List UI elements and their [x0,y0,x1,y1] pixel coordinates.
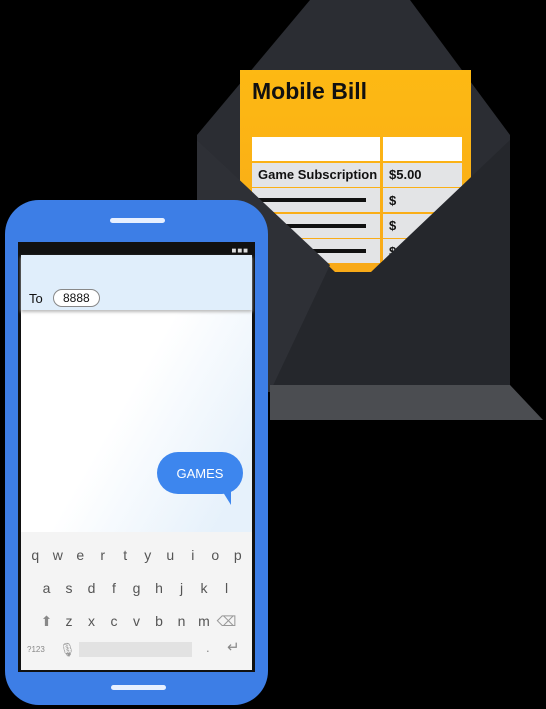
symbols-key[interactable]: ?123 [27,645,45,654]
key-c[interactable]: c [103,613,126,630]
key-n[interactable]: n [170,613,193,630]
period-key[interactable]: . [206,640,210,655]
key-e[interactable]: e [69,547,92,563]
key-l[interactable]: l [215,580,238,596]
key-p[interactable]: p [227,547,250,563]
bubble-tail [221,489,231,505]
key-u[interactable]: u [159,547,182,563]
message-bubble: GAMES [157,452,243,494]
key-m[interactable]: m [193,613,216,630]
recipient-chip[interactable]: 8888 [53,289,100,307]
home-bar[interactable] [111,685,166,690]
key-o[interactable]: o [204,547,227,563]
microphone-icon[interactable]: 🎙 [59,642,76,658]
to-label: To [29,291,43,306]
keyboard: qwertyuiop asdfghjkl ⬆ z x c v b n m ⌫ ?123 🎙 . … [21,532,252,670]
key-s[interactable]: s [58,580,81,596]
key-f[interactable]: f [103,580,126,596]
status-dots-icon: ■■■ [231,246,249,255]
speaker [110,218,165,223]
phone-screen: ■■■ To 8888 GAMES qwertyuiop asdfghjkl ⬆… [18,242,255,672]
key-z[interactable]: z [58,613,81,630]
key-r[interactable]: r [92,547,115,563]
space-key[interactable] [79,642,192,657]
key-x[interactable]: x [80,613,103,630]
key-b[interactable]: b [148,613,171,630]
key-q[interactable]: q [24,547,47,563]
shift-icon[interactable]: ⬆ [35,613,58,630]
key-t[interactable]: t [114,547,137,563]
key-w[interactable]: w [47,547,70,563]
compose-header: To 8888 [21,255,252,310]
key-j[interactable]: j [170,580,193,596]
key-g[interactable]: g [125,580,148,596]
key-v[interactable]: v [125,613,148,630]
enter-icon[interactable]: ↵ [227,638,240,656]
backspace-icon[interactable]: ⌫ [215,613,238,630]
key-y[interactable]: y [137,547,160,563]
key-h[interactable]: h [148,580,171,596]
key-k[interactable]: k [193,580,216,596]
phone: ■■■ To 8888 GAMES qwertyuiop asdfghjkl ⬆… [5,200,268,705]
key-i[interactable]: i [182,547,205,563]
key-d[interactable]: d [80,580,103,596]
key-a[interactable]: a [35,580,58,596]
